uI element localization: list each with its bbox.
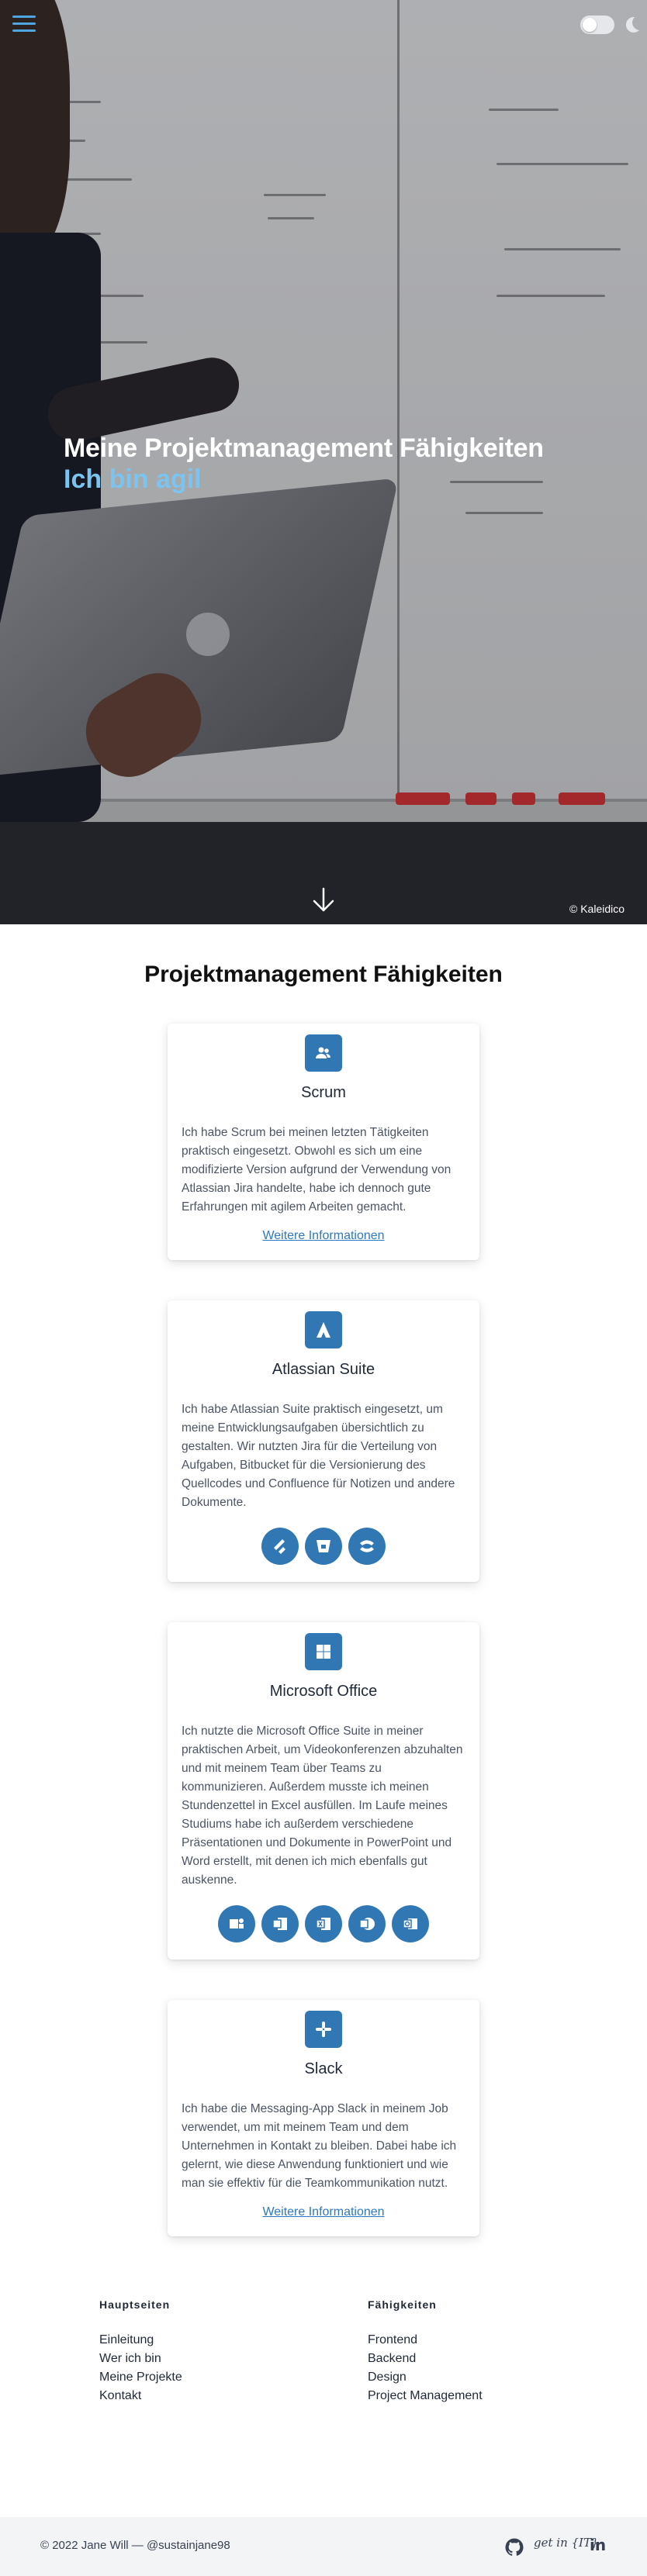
linkedin-icon[interactable]: in [590, 2536, 606, 2554]
bitbucket-icon [305, 1528, 342, 1565]
card-text: Ich habe Atlassian Suite praktisch einge… [182, 1403, 455, 1509]
toggle-knob [583, 18, 597, 32]
windows-icon [305, 1633, 342, 1670]
footer-link[interactable]: Project Management [368, 2387, 483, 2405]
footer-spacer [0, 2433, 647, 2492]
skill-card-microsoft-office: Microsoft Office Ich nutzte die Microsof… [168, 1622, 479, 1960]
more-info-link[interactable]: Weitere Informationen [182, 2205, 465, 2219]
footer-bottom-bar: © 2022 Jane Will — @sustainjane98 get in… [0, 2517, 647, 2576]
jira-icon [261, 1528, 299, 1565]
hero-subtitle: Ich bin agil [64, 464, 202, 494]
excel-icon [305, 1905, 342, 1942]
photo-credit: © Kaleidico [569, 903, 625, 915]
card-text: Ich habe die Messaging-App Slack in mein… [182, 2102, 457, 2190]
powerpoint-icon [348, 1905, 386, 1942]
card-title: Atlassian Suite [272, 1361, 375, 1378]
skill-card-scrum: Scrum Ich habe Scrum bei meinen letzten … [168, 1024, 479, 1260]
footer-link[interactable]: Meine Projekte [99, 2368, 368, 2387]
confluence-icon [348, 1528, 386, 1565]
section-title: Projektmanagement Fähigkeiten [144, 962, 503, 987]
card-text: Ich nutzte die Microsoft Office Suite in… [182, 1725, 463, 1887]
footer-heading: Fähigkeiten [368, 2298, 437, 2311]
outlook-icon [392, 1905, 429, 1942]
arrow-down-icon[interactable] [312, 887, 335, 913]
people-icon [305, 1034, 342, 1072]
theme-toggle[interactable] [580, 16, 614, 34]
moon-icon[interactable] [622, 14, 641, 36]
card-title: Microsoft Office [269, 1683, 378, 1700]
hero-text: Meine Projektmanagement Fähigkeiten Ich … [64, 433, 607, 495]
skill-card-slack: Slack Ich habe die Messaging-App Slack i… [168, 2000, 479, 2236]
footer-column-main-pages: Hauptseiten Einleitung Wer ich bin Meine… [99, 2298, 368, 2405]
hamburger-menu-icon[interactable] [12, 16, 36, 36]
hero-title: Meine Projektmanagement Fähigkeiten [64, 433, 544, 463]
get-in-it-icon[interactable]: get in {IT} [534, 2536, 599, 2550]
github-icon[interactable] [504, 2537, 524, 2557]
menu-bar [12, 16, 36, 18]
slack-icon [305, 2011, 342, 2048]
footer-heading: Hauptseiten [99, 2298, 171, 2311]
more-info-link[interactable]: Weitere Informationen [182, 1229, 465, 1243]
footer-column-skills: Fähigkeiten Frontend Backend Design Proj… [368, 2298, 483, 2405]
atlassian-icon [305, 1311, 342, 1348]
card-title: Scrum [301, 1084, 346, 1101]
menu-bar [12, 22, 36, 25]
footer-link[interactable]: Wer ich bin [99, 2350, 368, 2368]
hero-section: Meine Projektmanagement Fähigkeiten Ich … [0, 0, 647, 924]
footer-links: Hauptseiten Einleitung Wer ich bin Meine… [0, 2298, 647, 2405]
teams-icon [218, 1905, 255, 1942]
card-text: Ich habe Scrum bei meinen letzten Tätigk… [182, 1126, 452, 1214]
footer-link[interactable]: Backend [368, 2350, 483, 2368]
tool-badges [182, 1905, 465, 1942]
menu-bar [12, 29, 36, 32]
copyright: © 2022 Jane Will — @sustainjane98 [40, 2539, 230, 2552]
card-title: Slack [304, 2060, 343, 2077]
word-icon [261, 1905, 299, 1942]
footer-link[interactable]: Frontend [368, 2331, 483, 2350]
footer-link[interactable]: Design [368, 2368, 483, 2387]
footer-link[interactable]: Kontakt [99, 2387, 368, 2405]
footer-link[interactable]: Einleitung [99, 2331, 368, 2350]
skill-card-atlassian: Atlassian Suite Ich habe Atlassian Suite… [168, 1300, 479, 1582]
tool-badges [182, 1528, 465, 1565]
